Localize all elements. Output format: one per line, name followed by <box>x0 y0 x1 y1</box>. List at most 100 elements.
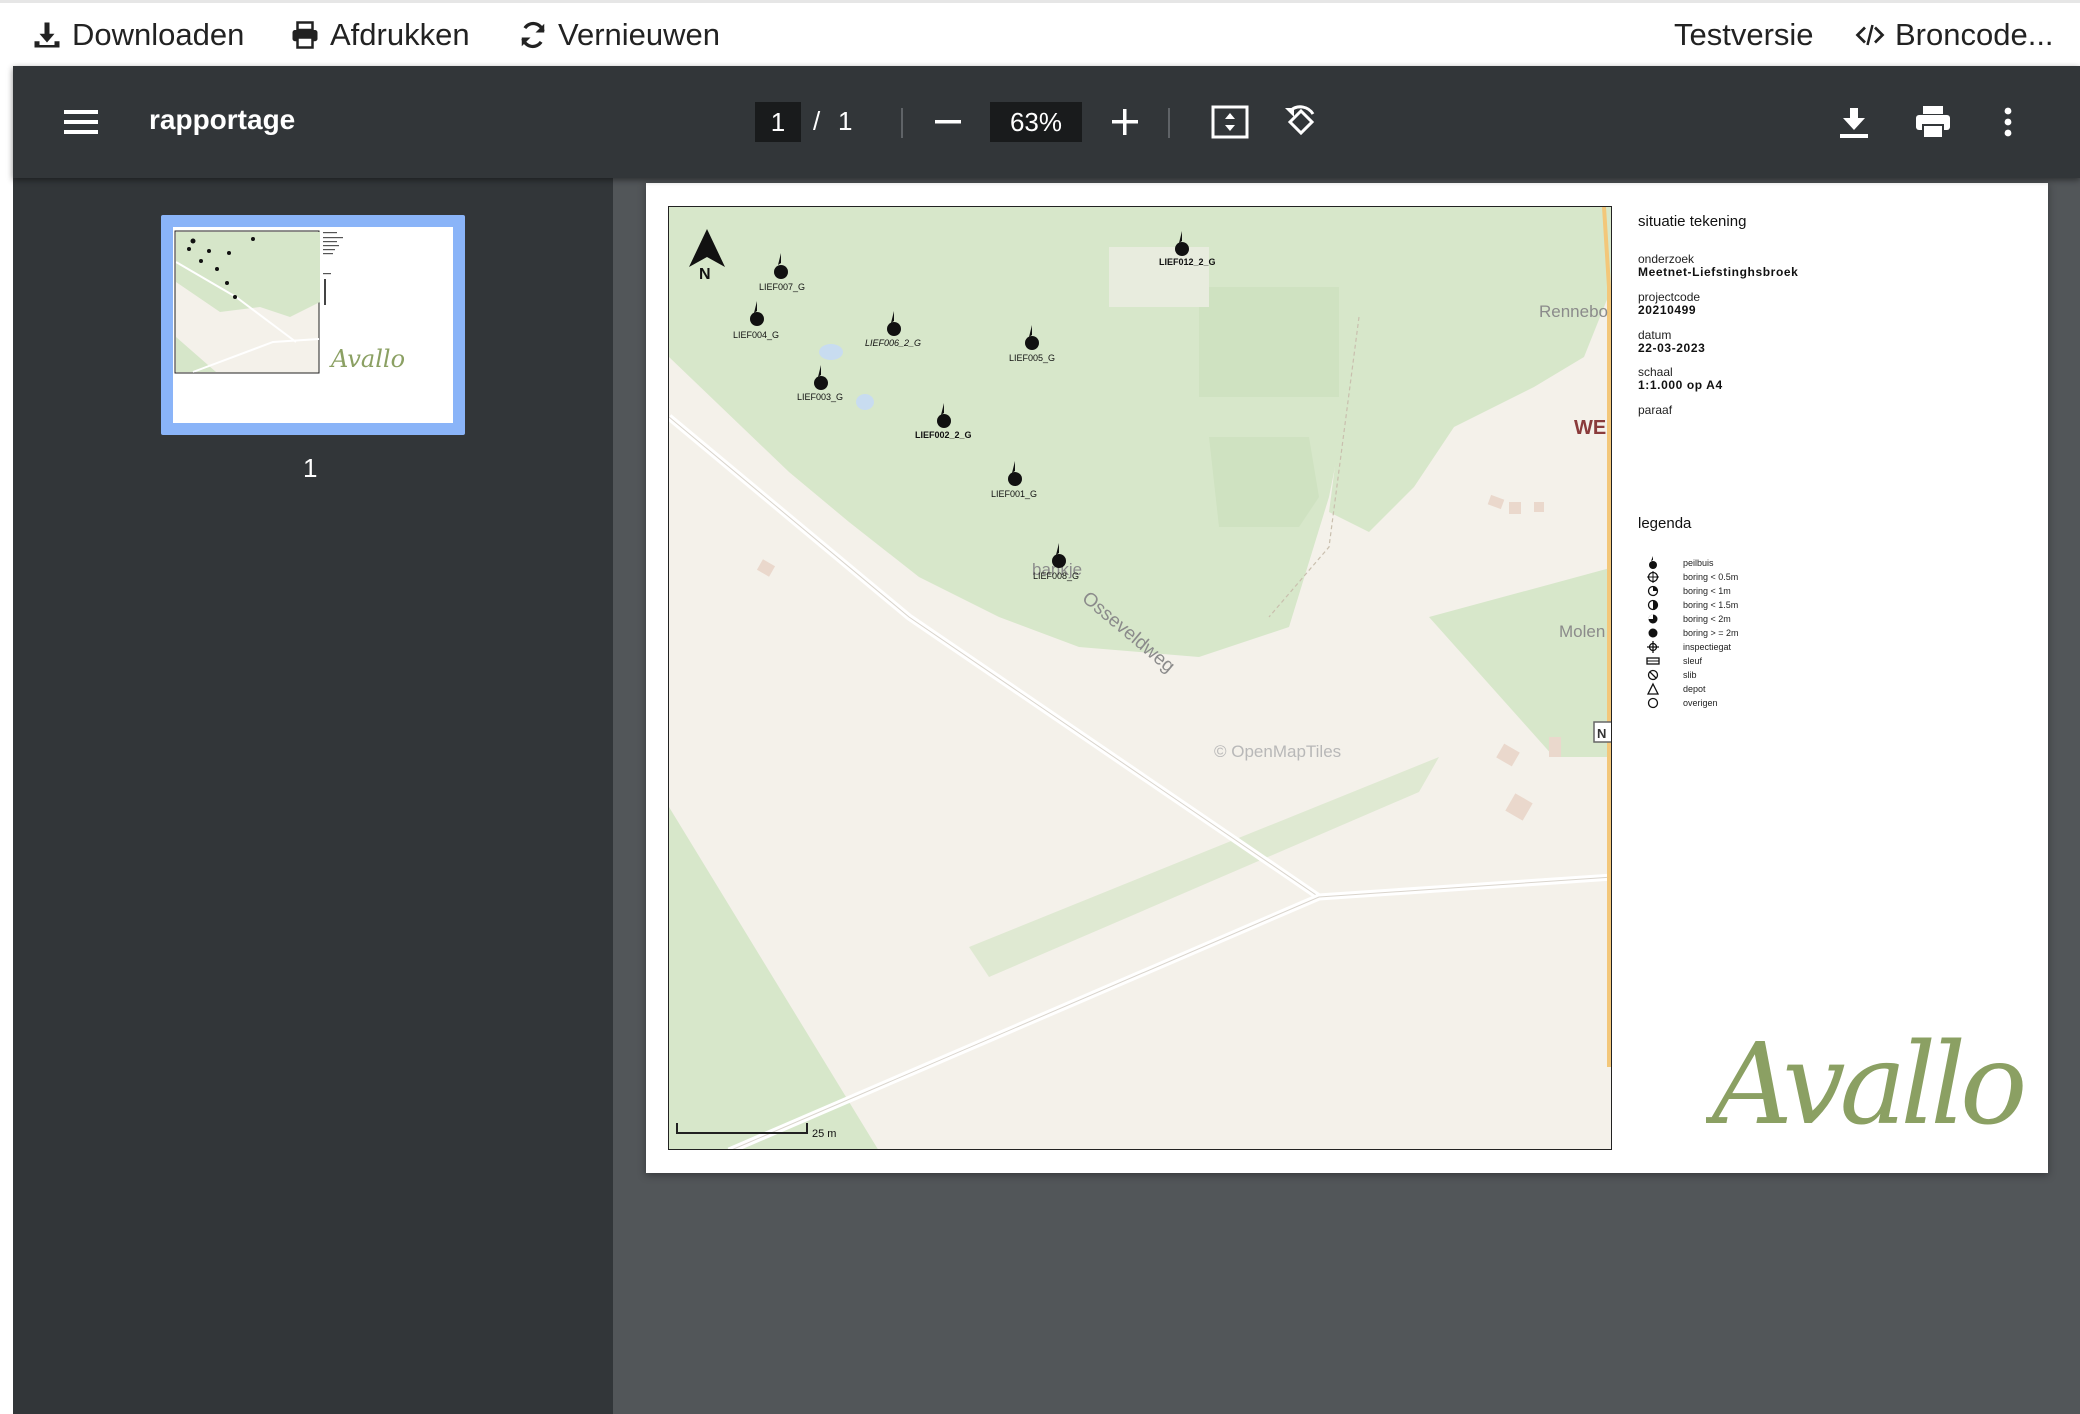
pond <box>819 344 843 360</box>
boring-icon <box>1648 628 1658 638</box>
forest-area <box>1429 567 1611 757</box>
menu-icon[interactable] <box>63 102 99 142</box>
projectcode-label: projectcode <box>1638 290 1701 304</box>
forest-area <box>1329 207 1611 532</box>
field <box>1199 287 1339 397</box>
download-icon <box>34 22 60 48</box>
pond <box>856 394 874 410</box>
avallo-logo: Avallo <box>1706 1020 2029 1150</box>
inspectiegat-icon <box>1647 641 1659 653</box>
legend-item: slib <box>1646 668 1697 682</box>
point-label: LIEF003_G <box>797 392 843 402</box>
more-options-icon[interactable] <box>1993 102 2023 142</box>
refresh-button[interactable]: Vernieuwen <box>518 17 720 53</box>
schaal-label: schaal <box>1638 365 1673 379</box>
paraaf-label: paraaf <box>1638 403 1673 417</box>
document-title: rapportage <box>149 104 296 135</box>
point-label: LIEF008_G <box>1033 571 1079 581</box>
legend-item: sleuf <box>1646 654 1702 668</box>
print-button[interactable]: Afdrukken <box>290 17 470 53</box>
rotate-icon[interactable] <box>1279 100 1323 144</box>
point-label: LIEF006_2_G <box>865 338 921 348</box>
page-number-input[interactable]: 1 <box>755 102 801 142</box>
place-label: WE <box>1574 417 1606 439</box>
refresh-icon <box>521 21 545 49</box>
zoom-level-input[interactable]: 63% <box>990 102 1082 142</box>
schaal-value: 1:1.000 op A4 <box>1638 378 1723 392</box>
print-icon <box>292 21 318 49</box>
site-map[interactable]: N Rennebo WE Molen bankje Osseveldweg © … <box>668 206 1612 1150</box>
datum-value: 22-03-2023 <box>1638 341 1706 355</box>
svg-text:Avallo: Avallo <box>329 345 405 373</box>
pdf-viewer: rapportage 1 / 1 63% Avallo 1 N Rennebo … <box>13 66 2080 1414</box>
north-label: N <box>699 266 711 283</box>
attribution: © OpenMapTiles <box>1214 742 1341 761</box>
print-label: Afdrukken <box>330 17 470 52</box>
scale-label: 25 m <box>812 1128 836 1140</box>
page-separator: / <box>813 106 821 136</box>
logo-text: Avallo <box>1706 1020 2023 1150</box>
point-label: LIEF005_G <box>1009 353 1055 363</box>
legend-item: overigen <box>1646 696 1718 710</box>
map-canvas: N Rennebo WE Molen bankje Osseveldweg © … <box>669 207 1611 1149</box>
road <box>727 873 1611 1149</box>
viewer-toolbar: rapportage 1 / 1 63% <box>13 66 2080 178</box>
boring-icon <box>1647 599 1659 611</box>
datum-label: datum <box>1638 328 1672 342</box>
download-label: Downloaden <box>72 17 245 52</box>
place-label: Rennebo <box>1539 302 1608 321</box>
thumbnail-page-number: 1 <box>303 453 318 483</box>
app-toolbar: Downloaden Afdrukken Vernieuwen Testvers… <box>0 0 2080 66</box>
drawing-title: situatie tekening <box>1638 213 1747 230</box>
overigen-icon <box>1647 697 1659 709</box>
point-label: LIEF001_G <box>991 489 1037 499</box>
point-label: LIEF002_2_G <box>915 430 972 440</box>
legend-item: boring < 0.5m <box>1646 570 1738 584</box>
legend-item: depot <box>1646 682 1706 696</box>
test-version-label: Testversie <box>1674 17 1814 52</box>
legend-item: boring > = 2m <box>1646 626 1739 640</box>
field <box>1209 437 1319 527</box>
sleuf-icon <box>1646 657 1660 665</box>
download-button[interactable]: Downloaden <box>32 17 244 53</box>
page-total: 1 <box>838 106 853 136</box>
document-page: N Rennebo WE Molen bankje Osseveldweg © … <box>646 183 2048 1173</box>
legend-item: inspectiegat <box>1646 640 1731 654</box>
point-label: LIEF012_2_G <box>1159 257 1216 267</box>
source-code-label: Broncode... <box>1895 17 2054 52</box>
viewer-download-icon[interactable] <box>1835 102 1873 142</box>
legend-item: boring < 1m <box>1646 584 1731 598</box>
peilbuis-icon <box>1649 556 1657 569</box>
viewer-print-icon[interactable] <box>1913 102 1953 142</box>
zoom-in-icon[interactable] <box>1109 106 1141 138</box>
forest-area <box>669 207 1369 657</box>
boring-icon <box>1648 614 1658 624</box>
slib-icon <box>1647 669 1659 681</box>
refresh-label: Vernieuwen <box>558 17 721 52</box>
onderzoek-label: onderzoek <box>1638 252 1695 266</box>
fit-page-icon[interactable] <box>1210 102 1250 142</box>
legend-item: boring < 1.5m <box>1646 598 1738 612</box>
point-label: LIEF004_G <box>733 330 779 340</box>
boring-icon <box>1647 585 1659 597</box>
page-thumbnail[interactable]: Avallo <box>161 215 465 435</box>
code-icon <box>1855 24 1885 46</box>
thumbnail-preview: Avallo <box>173 227 453 423</box>
boring-icon <box>1647 571 1659 583</box>
thumbnail-sidebar: Avallo 1 <box>13 178 613 1414</box>
zoom-out-icon[interactable] <box>932 106 964 138</box>
legend-title: legenda <box>1638 515 1692 532</box>
test-version-button[interactable]: Testversie <box>1674 17 1814 53</box>
source-code-button[interactable]: Broncode... <box>1855 17 2054 53</box>
projectcode-value: 20210499 <box>1638 303 1697 317</box>
clearing <box>1109 247 1209 307</box>
point-label: LIEF007_G <box>759 282 805 292</box>
onderzoek-value: Meetnet-Liefstinghsbroek <box>1638 265 1799 279</box>
legend-item: peilbuis <box>1646 556 1714 570</box>
legend-item: boring < 2m <box>1646 612 1731 626</box>
toolbar-divider <box>1168 108 1170 138</box>
place-label: Molen <box>1559 622 1605 641</box>
depot-icon <box>1646 682 1660 695</box>
place-label: N <box>1597 726 1606 741</box>
toolbar-divider <box>901 108 903 138</box>
